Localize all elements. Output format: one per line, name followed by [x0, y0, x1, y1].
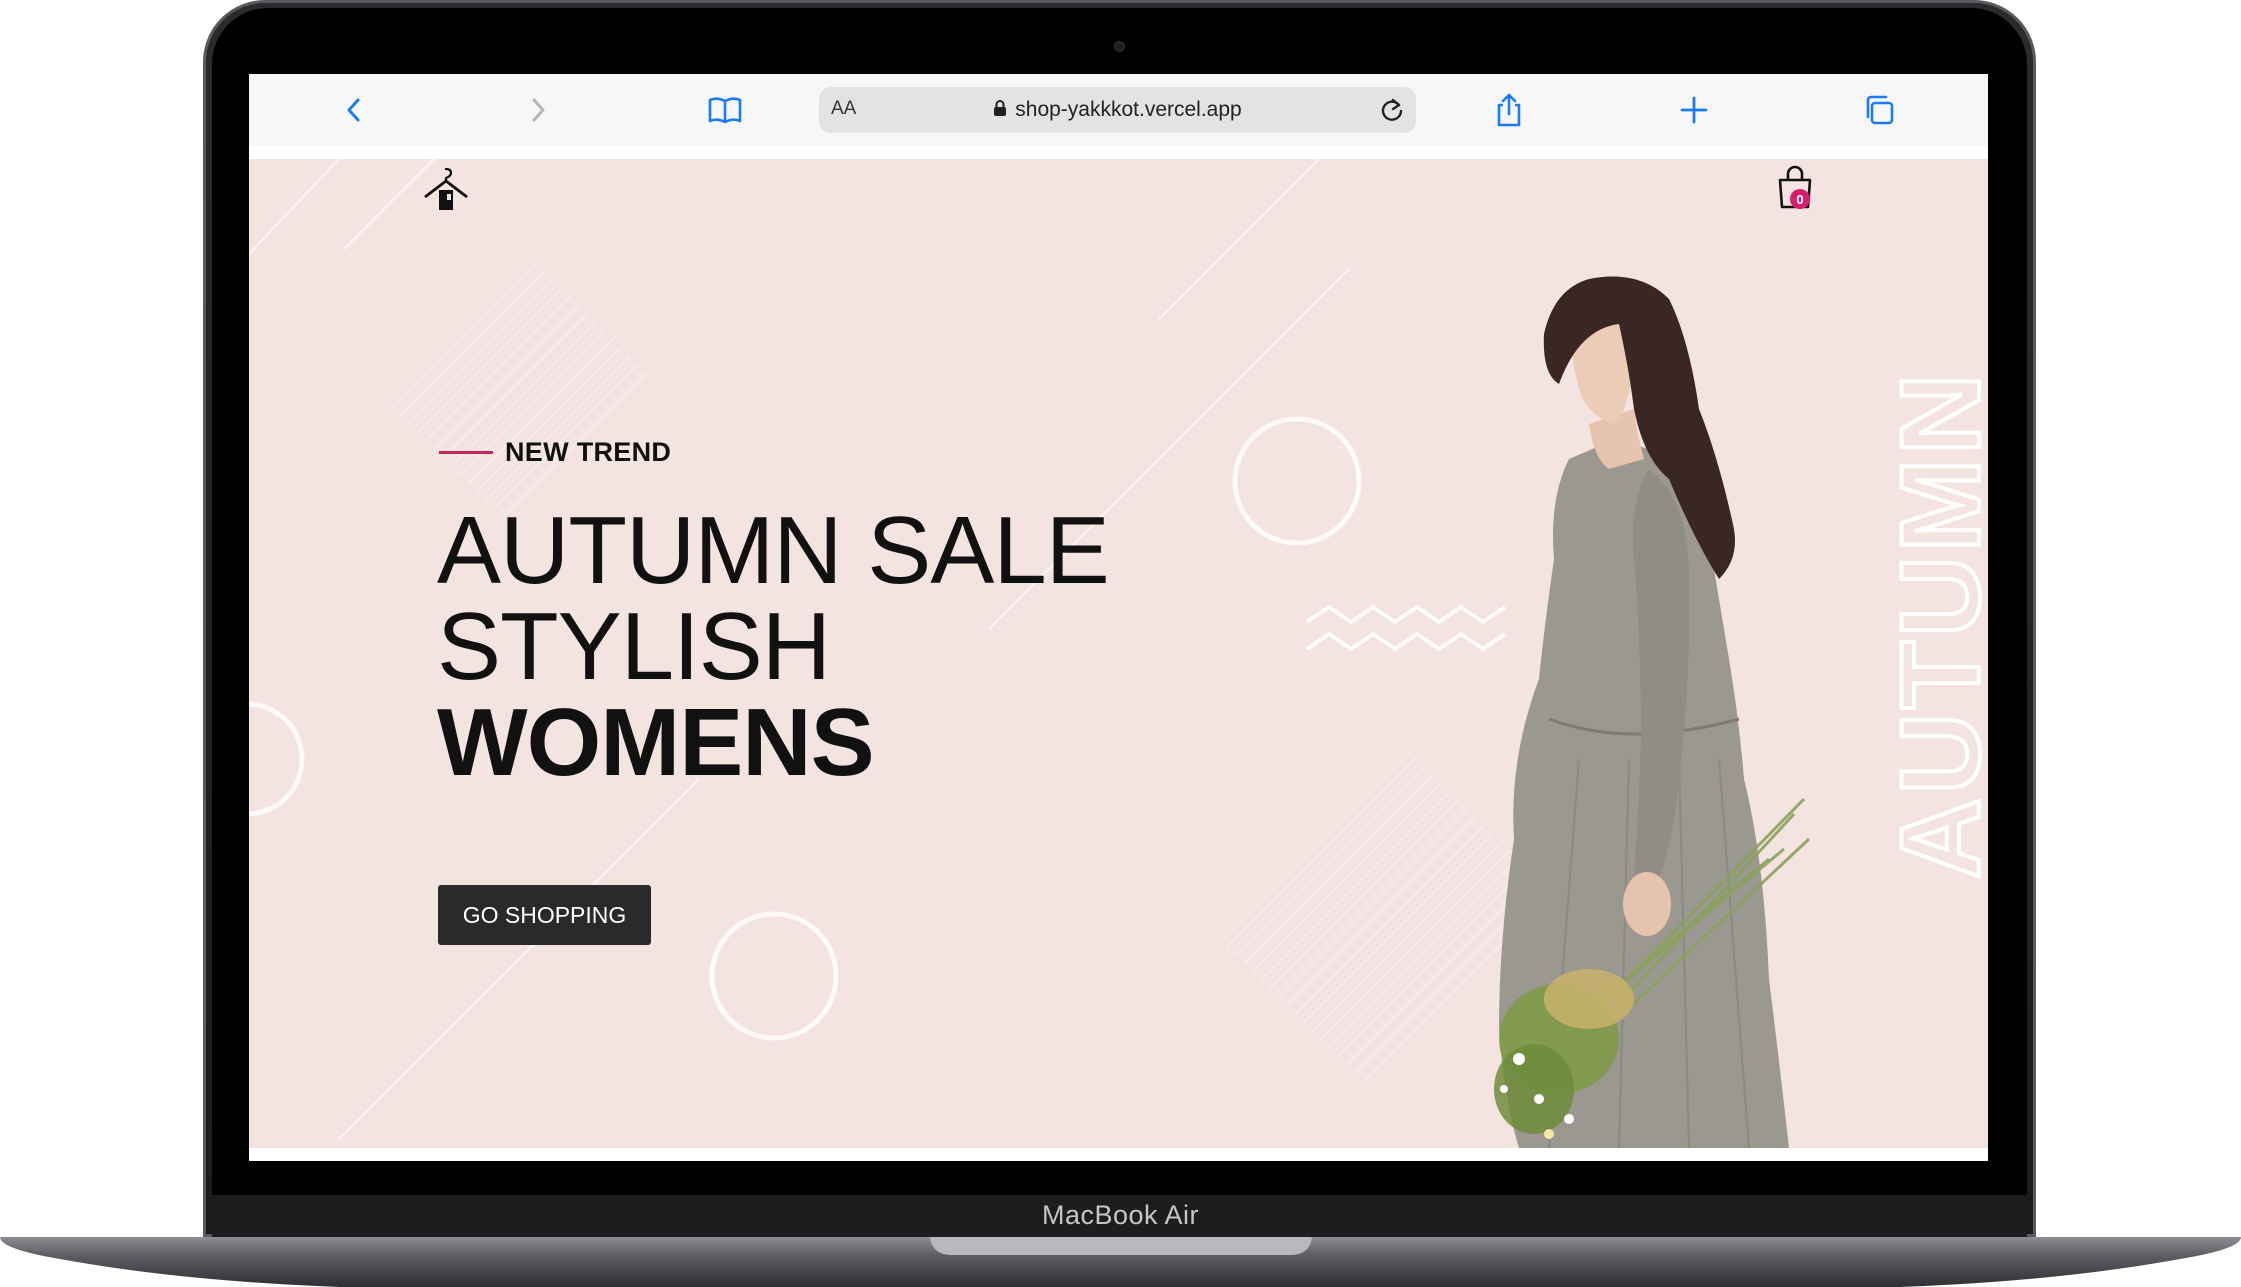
- kicker-text: NEW TREND: [505, 437, 672, 467]
- kicker: NEW TREND: [439, 437, 671, 468]
- chevron-right-icon[interactable]: [518, 90, 558, 130]
- cart-count-badge: 0: [1790, 189, 1810, 209]
- headline-line-1: AUTUMN SALE: [437, 497, 1110, 604]
- share-icon[interactable]: [1489, 90, 1529, 130]
- url-text: shop-yakkkot.vercel.app: [1015, 98, 1242, 121]
- camera-dot: [1114, 41, 1125, 52]
- reload-icon[interactable]: [1378, 96, 1406, 129]
- page-bottom-strip: [249, 1148, 1988, 1161]
- laptop-base: [0, 1237, 2241, 1287]
- headline-line-2: STYLISH: [437, 593, 831, 700]
- lock-icon: [993, 99, 1007, 122]
- browser-toolbar: AA shop-yakkkot.vercel.app: [249, 74, 1988, 146]
- kicker-accent-line: [439, 451, 493, 454]
- toolbar-divider: [249, 146, 1988, 156]
- hero-banner: AUTUMN 0 NEW TREND AUTUMN SALE STYLISH W…: [249, 159, 1988, 1148]
- go-shopping-button[interactable]: GO SHOPPING: [438, 885, 651, 945]
- book-icon[interactable]: [705, 90, 745, 130]
- headline-line-3: WOMENS: [437, 689, 875, 796]
- plus-icon[interactable]: [1674, 90, 1714, 130]
- hanger-house-icon[interactable]: [421, 164, 471, 219]
- address-bar[interactable]: AA shop-yakkkot.vercel.app: [819, 87, 1416, 133]
- device-brand-label: MacBook Air: [1041, 1200, 1200, 1230]
- browser-screen: AA shop-yakkkot.vercel.app AUTUMN 0 NEW …: [249, 74, 1988, 1161]
- tabs-icon[interactable]: [1859, 90, 1899, 130]
- chevron-left-icon[interactable]: [334, 90, 374, 130]
